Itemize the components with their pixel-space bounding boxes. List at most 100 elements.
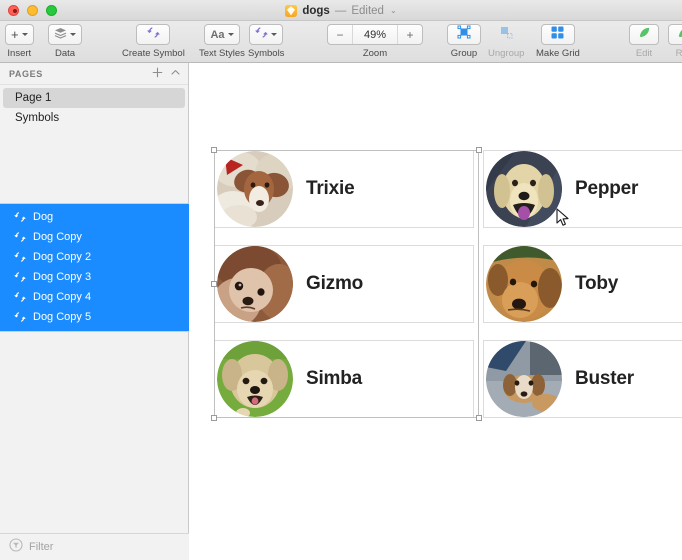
layer-item-dog-copy-4[interactable]: Dog Copy 4 bbox=[0, 287, 189, 307]
rotate-copies-button bbox=[668, 24, 682, 45]
symbols-label: Symbols bbox=[248, 48, 285, 59]
toolbar-item-group[interactable]: Group bbox=[447, 24, 481, 59]
title-separator: — bbox=[334, 4, 347, 17]
vector-edit-icon bbox=[638, 26, 651, 44]
avatar bbox=[217, 151, 293, 227]
card-name: Trixie bbox=[306, 178, 355, 199]
toolbar: + Insert Data Create Symbol Aa Text Styl… bbox=[0, 21, 682, 63]
symbol-icon bbox=[14, 291, 26, 303]
aa-text-icon: Aa bbox=[210, 28, 225, 41]
zoom-label: Zoom bbox=[362, 48, 388, 59]
toolbar-item-create-symbol[interactable]: Create Symbol bbox=[122, 24, 185, 59]
pages-list: Page 1 Symbols bbox=[0, 85, 188, 128]
close-button[interactable] bbox=[8, 4, 19, 16]
zoom-control[interactable]: − 49% + bbox=[327, 24, 423, 45]
sketch-document-icon bbox=[285, 4, 298, 17]
symbol-icon bbox=[14, 311, 26, 323]
text-styles-label: Text Styles bbox=[199, 48, 245, 59]
avatar bbox=[217, 341, 293, 417]
chevron-down-icon bbox=[227, 33, 234, 36]
ungroup-label: Ungroup bbox=[488, 48, 525, 59]
avatar bbox=[486, 246, 562, 322]
page-label: Symbols bbox=[15, 112, 60, 124]
symbol-icon bbox=[147, 26, 160, 44]
ungroup-button bbox=[489, 24, 523, 45]
card-trixie[interactable]: Trixie bbox=[214, 150, 474, 228]
plus-icon: + bbox=[11, 27, 19, 42]
document-name[interactable]: dogs bbox=[302, 5, 329, 17]
minimize-button[interactable] bbox=[27, 4, 38, 16]
insert-label: Insert bbox=[7, 48, 32, 59]
card-name: Toby bbox=[575, 273, 619, 294]
symbol-icon bbox=[14, 211, 26, 223]
layer-item-dog-copy-2[interactable]: Dog Copy 2 bbox=[0, 247, 189, 267]
sketch-app-window: dogs — Edited ⌄ + Insert Data Create Sym… bbox=[0, 0, 682, 560]
page-item-symbols[interactable]: Symbols bbox=[3, 108, 185, 128]
edit-button bbox=[629, 24, 659, 45]
toolbar-item-zoom[interactable]: − 49% + Zoom bbox=[327, 24, 423, 59]
zoom-out-button[interactable]: − bbox=[328, 25, 352, 44]
filter-bar[interactable]: Filter bbox=[0, 533, 189, 560]
plus-icon[interactable] bbox=[152, 67, 163, 80]
group-button[interactable] bbox=[447, 24, 481, 45]
toolbar-item-insert[interactable]: + Insert bbox=[5, 24, 34, 59]
selection-handle-bottom-right[interactable] bbox=[476, 415, 482, 421]
zoom-value[interactable]: 49% bbox=[352, 25, 398, 44]
chevron-up-icon[interactable] bbox=[170, 67, 181, 80]
document-title-group: dogs — Edited ⌄ bbox=[0, 0, 682, 21]
document-state: Edited bbox=[351, 4, 384, 17]
symbols-button[interactable] bbox=[249, 24, 284, 45]
text-styles-button[interactable]: Aa bbox=[204, 24, 240, 45]
layer-item-dog-copy-5[interactable]: Dog Copy 5 bbox=[0, 307, 189, 327]
selection-handle-top-right[interactable] bbox=[476, 147, 482, 153]
insert-button[interactable]: + bbox=[5, 24, 34, 45]
data-button[interactable] bbox=[48, 24, 82, 45]
design-canvas[interactable]: Trixie Pepper Gizmo Toby Simba Buster bbox=[190, 63, 682, 560]
group-icon bbox=[457, 25, 471, 44]
symbol-icon bbox=[255, 26, 268, 44]
symbol-icon bbox=[14, 251, 26, 263]
ungroup-icon bbox=[499, 25, 513, 44]
page-item-page-1[interactable]: Page 1 bbox=[3, 88, 185, 108]
avatar bbox=[486, 151, 562, 227]
toolbar-item-make-grid[interactable]: Make Grid bbox=[536, 24, 580, 59]
card-buster[interactable]: Buster bbox=[483, 340, 682, 418]
card-pepper[interactable]: Pepper bbox=[483, 150, 682, 228]
layer-item-dog[interactable]: Dog bbox=[0, 207, 189, 227]
page-label: Page 1 bbox=[15, 92, 52, 104]
zoom-in-button[interactable]: + bbox=[398, 25, 422, 44]
card-toby[interactable]: Toby bbox=[483, 245, 682, 323]
group-label: Group bbox=[450, 48, 478, 59]
edit-label: Edit bbox=[635, 48, 653, 59]
toolbar-item-data[interactable]: Data bbox=[48, 24, 82, 59]
chevron-down-icon[interactable]: ⌄ bbox=[390, 6, 397, 15]
toolbar-item-edit: Edit bbox=[629, 24, 659, 59]
layer-label: Dog Copy bbox=[33, 231, 82, 243]
layer-item-dog-copy-3[interactable]: Dog Copy 3 bbox=[0, 267, 189, 287]
chevron-down-icon bbox=[271, 33, 278, 36]
card-name: Gizmo bbox=[306, 273, 364, 294]
toolbar-item-text-styles[interactable]: Aa Text Styles bbox=[199, 24, 245, 59]
make-grid-button[interactable] bbox=[540, 24, 575, 45]
pages-title: PAGES bbox=[9, 68, 43, 79]
zoom-button[interactable] bbox=[46, 4, 57, 16]
create-symbol-label: Create Symbol bbox=[122, 48, 185, 59]
card-name: Pepper bbox=[575, 178, 639, 199]
create-symbol-button[interactable] bbox=[136, 24, 171, 45]
card-gizmo[interactable]: Gizmo bbox=[214, 245, 474, 323]
card-name: Simba bbox=[306, 368, 363, 389]
layer-item-dog-copy[interactable]: Dog Copy bbox=[0, 227, 189, 247]
toolbar-item-ungroup: Ungroup bbox=[488, 24, 524, 59]
rotate-label: Rot bbox=[675, 48, 682, 59]
pages-header: PAGES bbox=[0, 63, 188, 85]
toolbar-item-symbols[interactable]: Symbols bbox=[248, 24, 284, 59]
avatar bbox=[486, 341, 562, 417]
traffic-lights bbox=[0, 4, 57, 16]
filter-funnel-icon[interactable] bbox=[9, 537, 23, 557]
filter-input[interactable]: Filter bbox=[29, 541, 53, 553]
layer-label: Dog Copy 3 bbox=[33, 271, 92, 283]
make-grid-label: Make Grid bbox=[536, 48, 580, 59]
symbol-icon bbox=[14, 231, 26, 243]
card-simba[interactable]: Simba bbox=[214, 340, 474, 418]
chevron-down-icon bbox=[70, 33, 76, 36]
